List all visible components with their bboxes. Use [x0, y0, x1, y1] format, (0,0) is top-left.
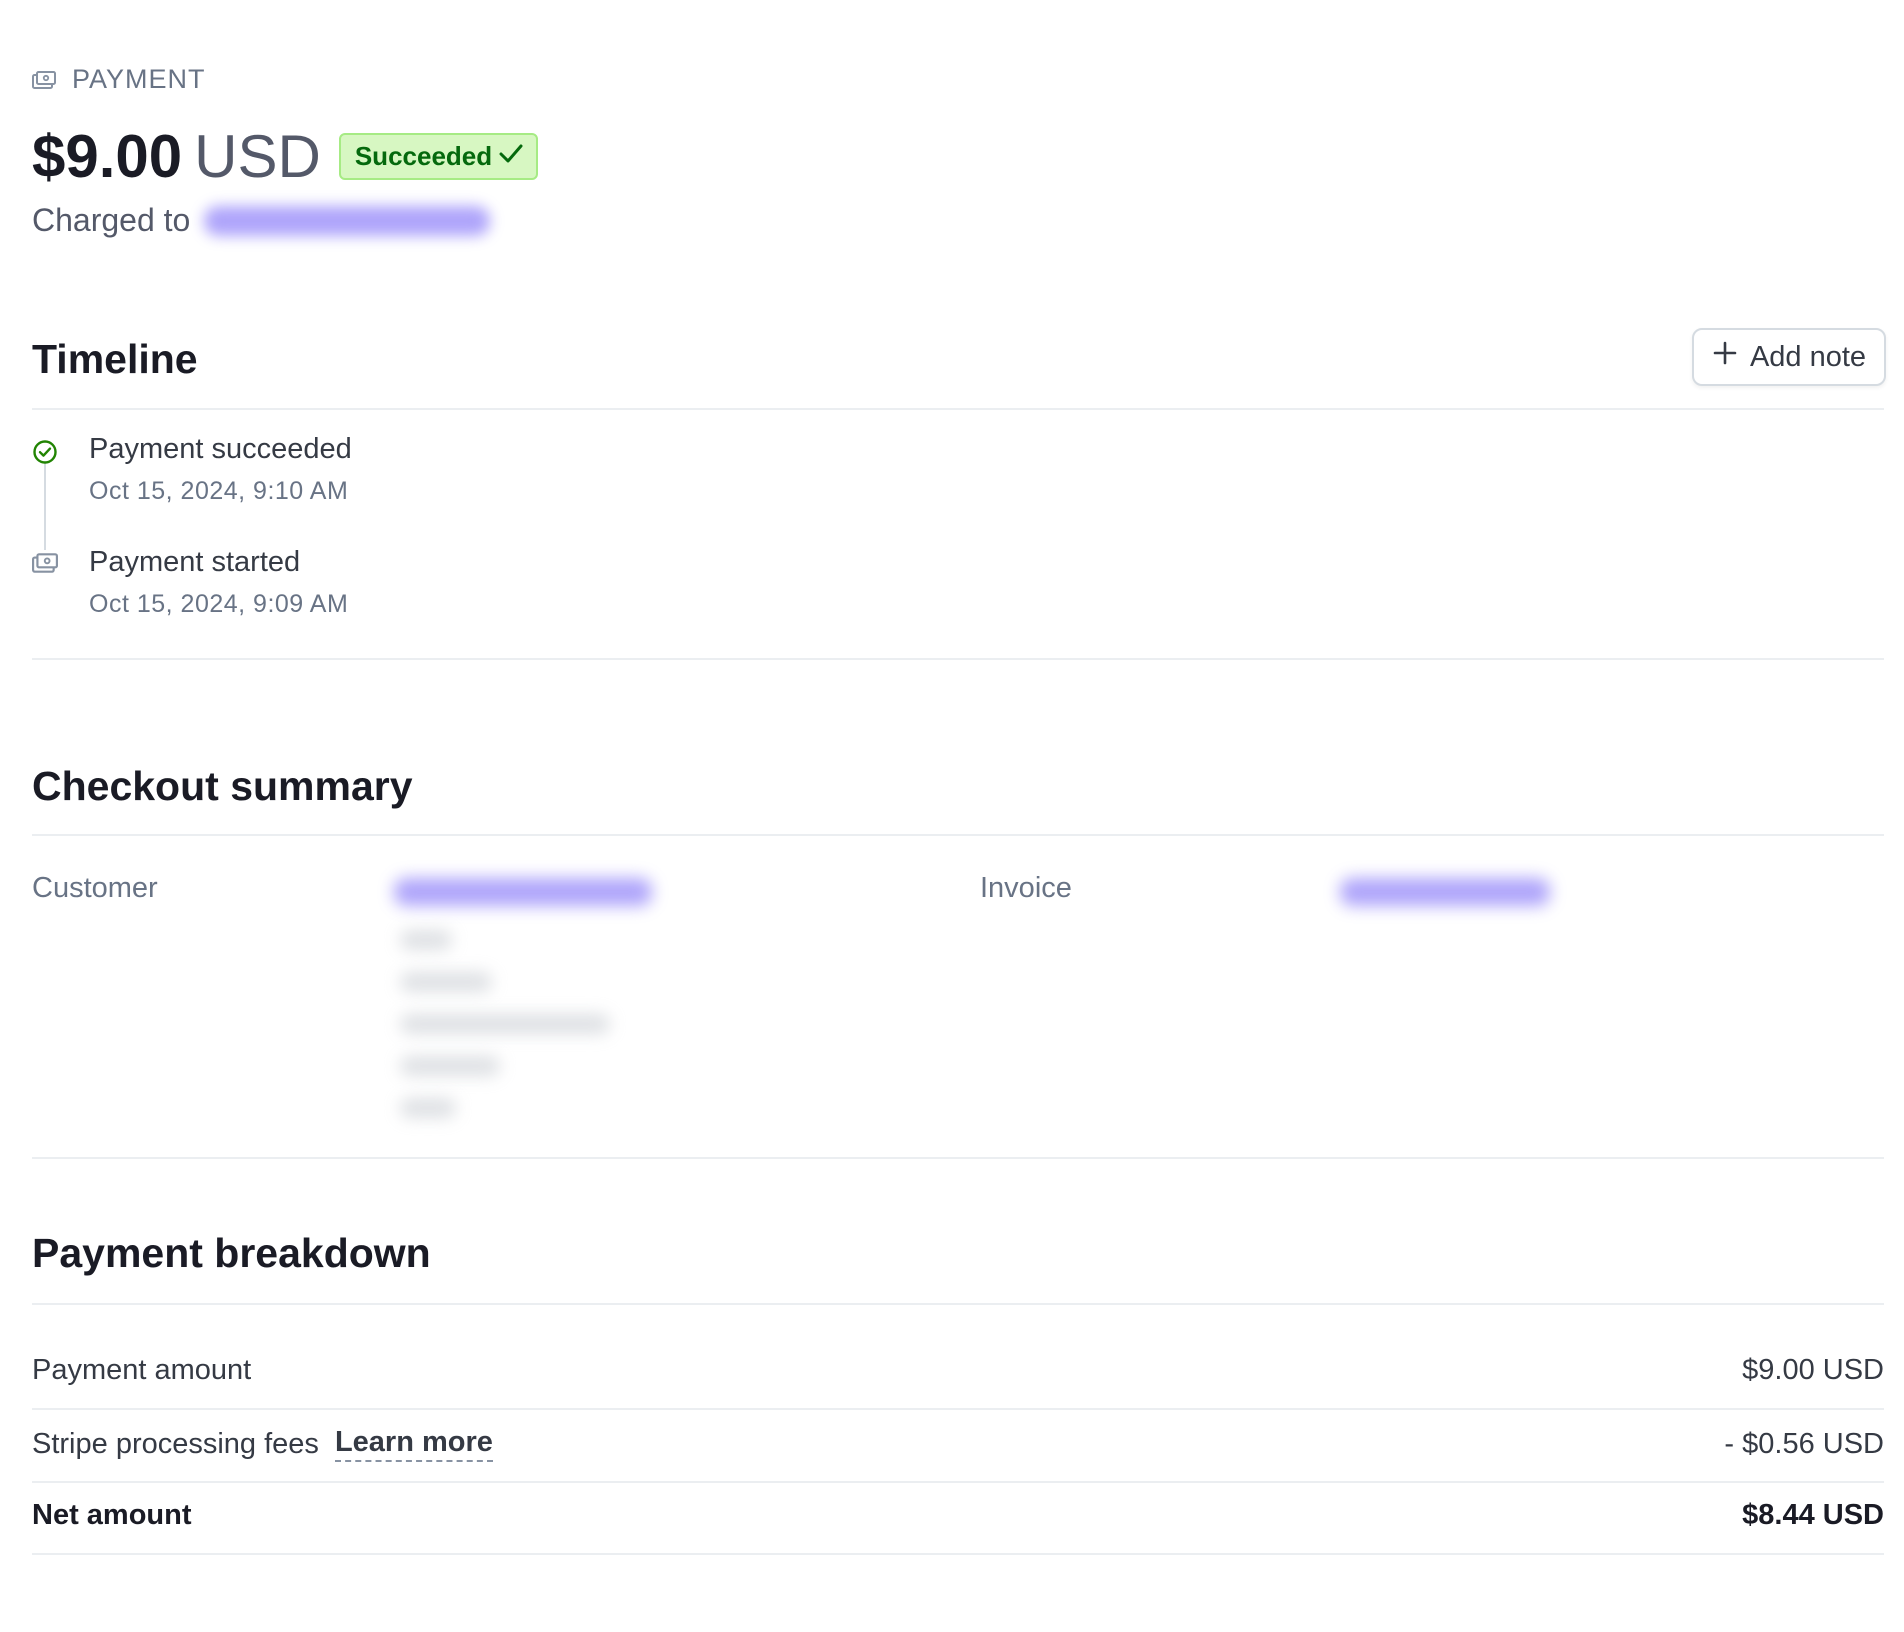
money-icon — [32, 552, 58, 578]
checkmark-icon — [498, 141, 524, 172]
customer-label: Customer — [32, 872, 158, 904]
customer-detail-redacted — [400, 930, 452, 950]
eyebrow-label: PAYMENT — [72, 64, 206, 94]
plus-icon — [1712, 340, 1738, 374]
breakdown-row: Payment amount $9.00 USD — [32, 1354, 1884, 1387]
amount-row: $9.00 USD Succeeded — [32, 122, 539, 191]
timeline-connector — [44, 462, 46, 550]
timeline-title: Timeline — [32, 336, 198, 382]
customer-detail-redacted — [400, 972, 492, 992]
payment-amount: $9.00 — [32, 123, 183, 190]
payment-currency: USD — [194, 123, 321, 190]
money-icon — [32, 70, 56, 90]
add-note-button[interactable]: Add note — [1692, 328, 1886, 386]
breakdown-row-value: $8.44 USD — [1742, 1499, 1884, 1531]
timeline-event-title: Payment started — [89, 546, 301, 578]
charged-to-row: Charged to — [32, 202, 491, 239]
breakdown-row-label-group: Stripe processing fees Learn more — [32, 1426, 493, 1462]
customer-detail-redacted — [400, 1014, 610, 1034]
breakdown-row: Stripe processing fees Learn more - $0.5… — [32, 1426, 1884, 1462]
breakdown-row-label: Stripe processing fees — [32, 1427, 319, 1460]
breakdown-divider — [32, 1303, 1884, 1305]
invoice-label: Invoice — [980, 872, 1072, 904]
breakdown-row-label: Net amount — [32, 1499, 192, 1531]
payment-eyebrow: PAYMENT — [32, 64, 206, 95]
check-circle-icon — [32, 439, 58, 465]
breakdown-row-value: $9.00 USD — [1742, 1354, 1884, 1386]
timeline-event-title: Payment succeeded — [89, 433, 352, 465]
timeline-divider — [32, 408, 1884, 410]
customer-detail-redacted — [400, 1098, 456, 1118]
timeline-event-time: Oct 15, 2024, 9:09 AM — [89, 590, 349, 618]
status-label: Succeeded — [354, 141, 493, 171]
payment-breakdown-title: Payment breakdown — [32, 1230, 431, 1276]
breakdown-row-total: Net amount $8.44 USD — [32, 1499, 1884, 1532]
learn-more-link[interactable]: Learn more — [334, 1426, 493, 1462]
charged-to-label: Charged to — [32, 202, 191, 238]
timeline-event-time: Oct 15, 2024, 9:10 AM — [89, 477, 349, 505]
status-badge: Succeeded — [338, 133, 539, 180]
checkout-summary-title: Checkout summary — [32, 763, 413, 809]
breakdown-row-divider — [32, 1408, 1884, 1410]
add-note-label: Add note — [1749, 340, 1867, 373]
checkout-summary-divider — [32, 834, 1884, 836]
checkout-summary-bottom-divider — [32, 1157, 1884, 1159]
customer-email-link-redacted[interactable] — [204, 205, 491, 236]
customer-detail-redacted — [400, 1056, 500, 1076]
timeline-bottom-divider — [32, 658, 1884, 660]
customer-link-redacted[interactable] — [394, 878, 652, 906]
invoice-link-redacted[interactable] — [1340, 878, 1550, 906]
breakdown-row-divider — [32, 1481, 1884, 1483]
breakdown-row-label: Payment amount — [32, 1354, 252, 1386]
breakdown-bottom-divider — [32, 1553, 1884, 1555]
breakdown-row-value: - $0.56 USD — [1724, 1427, 1884, 1460]
